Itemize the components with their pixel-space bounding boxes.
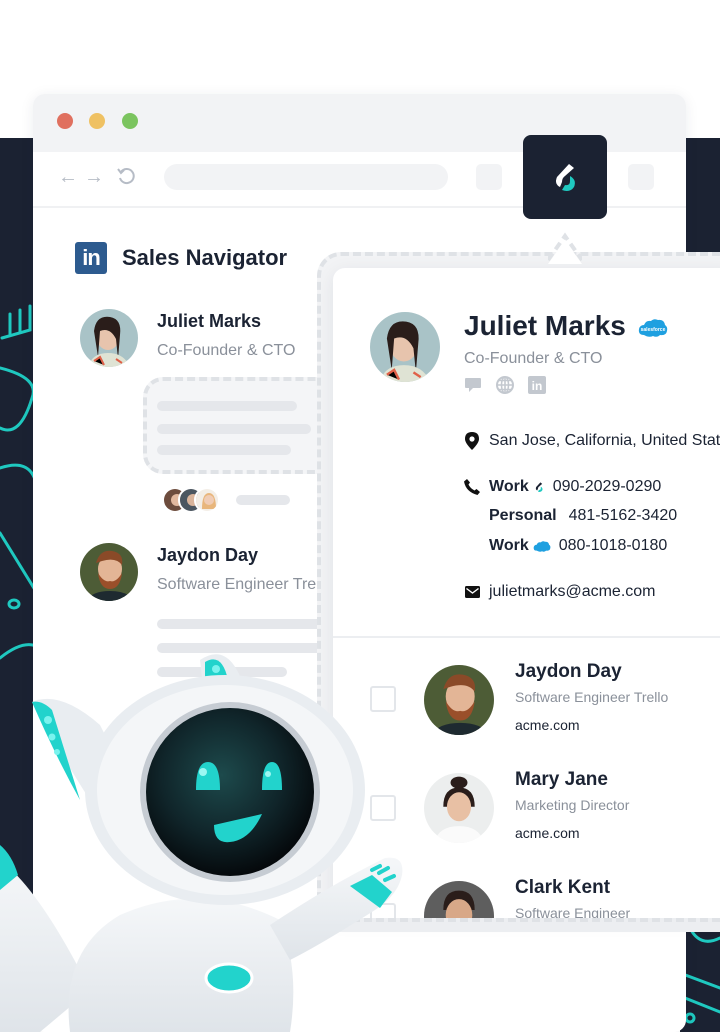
social-links: in	[464, 376, 546, 394]
phone-number[interactable]: 080-1018-0180	[559, 537, 668, 555]
maximize-window-button[interactable]	[122, 113, 138, 129]
globe-icon[interactable]	[496, 376, 514, 394]
contact-checkbox[interactable]	[370, 795, 396, 821]
close-window-button[interactable]	[57, 113, 73, 129]
extension-logo-icon	[556, 164, 575, 191]
svg-text:in: in	[532, 379, 543, 393]
linkedin-logo-icon: in	[75, 242, 107, 274]
minimize-window-button[interactable]	[89, 113, 105, 129]
skeleton-line	[236, 495, 290, 505]
phone-label: Work	[489, 478, 529, 495]
contact-name[interactable]: Mary Jane	[515, 769, 608, 791]
contact-title: Software Engineer	[515, 905, 631, 918]
lead-title: Software Engineer Trello	[157, 576, 317, 593]
address-bar[interactable]	[164, 164, 448, 190]
avatar[interactable]	[80, 309, 138, 367]
popup-caret	[548, 232, 582, 264]
toolbar-extension-slot[interactable]	[476, 164, 502, 190]
avatar[interactable]	[80, 543, 138, 601]
email-row: julietmarks@acme.com	[463, 583, 656, 601]
email-icon	[463, 586, 481, 598]
extension-button[interactable]	[523, 135, 607, 219]
skeleton-line	[157, 667, 287, 677]
lead-title: Co-Founder & CTO	[157, 342, 296, 359]
linkedin-icon[interactable]: in	[528, 376, 546, 394]
email-text[interactable]: julietmarks@acme.com	[489, 583, 656, 601]
phone-row: Work 090-2029-0290	[463, 478, 661, 496]
salesforce-source-icon	[533, 540, 551, 552]
lead-name[interactable]: Juliet Marks	[157, 311, 261, 332]
contact-title: Marketing Director	[515, 797, 630, 813]
contact-name[interactable]: Jaydon Day	[515, 661, 622, 683]
arrow-right-icon[interactable]: →	[83, 166, 105, 188]
salesforce-icon: salesforce	[638, 318, 667, 337]
lead-name[interactable]: Jaydon Day	[157, 545, 258, 566]
avatar	[424, 665, 494, 735]
phone-label: Personal	[489, 507, 557, 524]
location-row: San Jose, California, United States	[463, 432, 720, 450]
profile-title: Co-Founder & CTO	[464, 350, 603, 367]
phone-number[interactable]: 481-5162-3420	[569, 507, 678, 525]
sales-navigator-header: in Sales Navigator	[75, 242, 287, 274]
contact-name[interactable]: Clark Kent	[515, 877, 610, 899]
phone-row: Personal 481-5162-3420	[463, 507, 677, 525]
placeholder-card	[143, 377, 343, 474]
contact-checkbox[interactable]	[370, 903, 396, 918]
contact-popup: Juliet Marks salesforce Co-Founder & CTO…	[333, 268, 720, 918]
chat-icon[interactable]	[464, 376, 482, 394]
avatar	[424, 773, 494, 843]
contact-domain: acme.com	[515, 717, 580, 733]
contact-checkbox[interactable]	[370, 686, 396, 712]
contact-domain: acme.com	[515, 825, 580, 841]
svg-text:salesforce: salesforce	[640, 327, 665, 333]
avatar	[424, 881, 494, 918]
contact-title: Software Engineer Trello	[515, 689, 669, 705]
profile-avatar	[370, 312, 440, 382]
skeleton-line	[157, 619, 327, 629]
skeleton-line	[157, 643, 327, 653]
divider	[333, 636, 720, 638]
list-item: Clark Kent Software Engineer	[333, 877, 720, 918]
popup-bottom-edge	[340, 918, 720, 932]
list-item: Jaydon Day Software Engineer Trello acme…	[333, 661, 720, 763]
location-pin-icon	[463, 432, 481, 450]
phone-label: Work	[489, 537, 529, 554]
phone-icon	[463, 479, 481, 495]
location-text: San Jose, California, United States	[489, 432, 720, 449]
list-item: Mary Jane Marketing Director acme.com	[333, 769, 720, 871]
profile-name: Juliet Marks salesforce	[464, 310, 668, 342]
toolbar-extension-slot[interactable]	[628, 164, 654, 190]
extension-source-icon	[535, 482, 543, 492]
arrow-left-icon[interactable]: ←	[57, 166, 79, 188]
phone-number[interactable]: 090-2029-0290	[553, 478, 662, 496]
reload-icon[interactable]	[115, 166, 137, 188]
page-title: Sales Navigator	[122, 245, 288, 270]
phone-row: Work 080-1018-0180	[463, 537, 667, 555]
